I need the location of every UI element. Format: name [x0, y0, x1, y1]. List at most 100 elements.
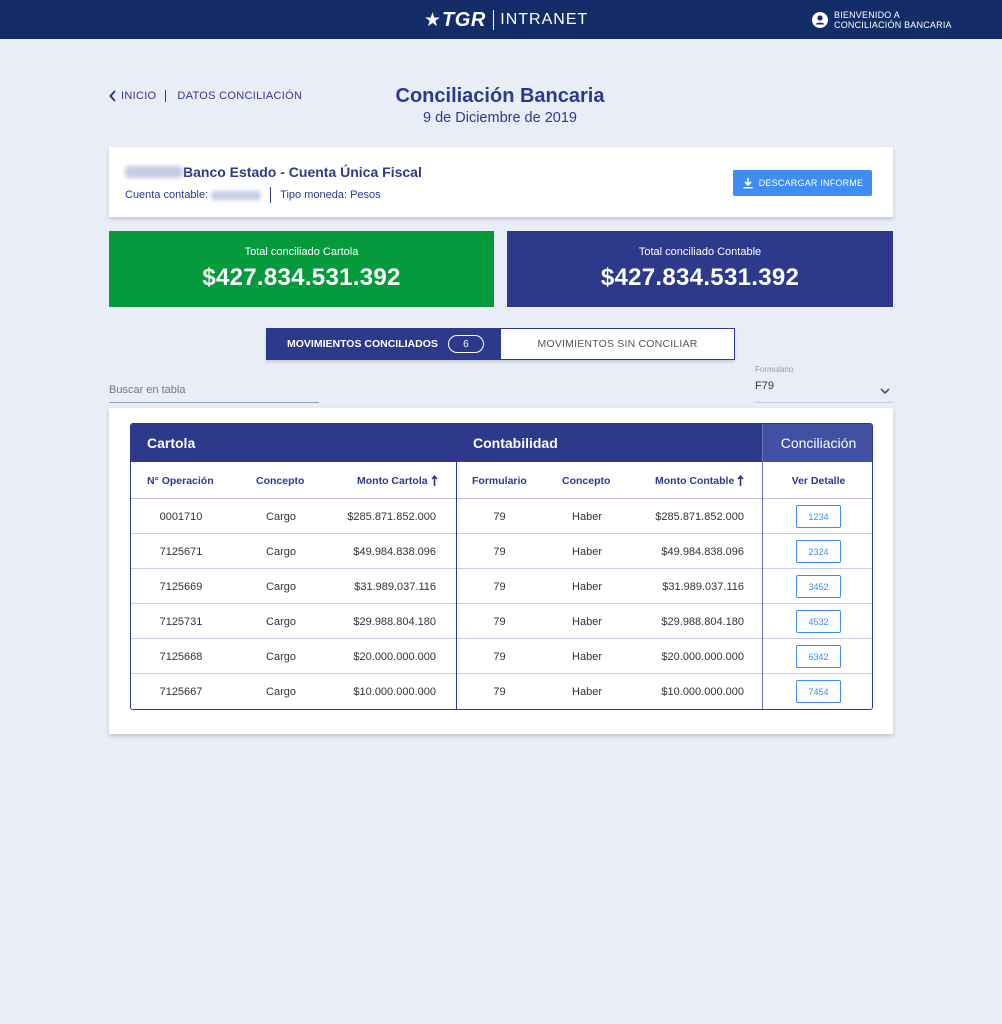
breadcrumb-home-link[interactable]: INICIO [121, 90, 156, 102]
account-name: Banco Estado - Cuenta Única Fiscal [183, 164, 422, 180]
tab-conciliados[interactable]: MOVIMIENTOS CONCILIADOS 6 [267, 329, 501, 359]
page-date: 9 de Diciembre de 2019 [423, 110, 577, 126]
cell-concepto: Cargo [266, 650, 296, 663]
cell-concepto-contable: Haber [572, 685, 602, 698]
sort-arrow-icon [430, 474, 438, 486]
cell-concepto-contable: Haber [572, 615, 602, 628]
cell-operacion: 7125667 [159, 685, 203, 698]
currency-label: Tipo moneda: Pesos [280, 189, 381, 201]
column-divider [456, 424, 457, 709]
user-menu[interactable]: BIENVENIDO A CONCILIACIÓN BANCARIA [812, 10, 952, 30]
download-report-label: DESCARGAR INFORME [758, 178, 864, 188]
col-header-operacion[interactable]: N° Operación [147, 462, 214, 499]
cell-operacion: 7125731 [159, 615, 203, 628]
tab-conciliados-label: MOVIMIENTOS CONCILIADOS [287, 338, 438, 350]
search-input[interactable]: Buscar en tabla [109, 380, 319, 403]
table-card: Cartola Contabilidad Conciliación N° Ope… [109, 408, 893, 734]
ver-detalle-button[interactable]: 2324 [796, 540, 841, 563]
brand-logo[interactable]: ★ TGR INTRANET [424, 7, 588, 33]
reconciliation-table: Cartola Contabilidad Conciliación N° Ope… [130, 423, 873, 710]
cell-ver-detalle: 4532 [763, 604, 872, 639]
total-contable-label: Total conciliado Contable [638, 246, 762, 258]
meta-divider [270, 187, 272, 203]
chevron-down-icon [880, 388, 890, 395]
page-title: Conciliación Bancaria [395, 85, 605, 107]
col-header-monto-contable-label: Monto Contable [655, 474, 735, 487]
col-header-concepto-contable[interactable]: Concepto [562, 462, 610, 499]
redacted-account-prefix [125, 166, 183, 178]
ver-detalle-button[interactable]: 4532 [796, 610, 841, 633]
col-header-monto-cartola[interactable]: Monto Cartola [357, 462, 438, 499]
cell-concepto-contable: Haber [572, 545, 602, 558]
sort-arrow-icon [737, 474, 744, 486]
col-header-formulario[interactable]: Formulario [472, 462, 527, 499]
cell-monto-cartola: $285.871.852.000 [347, 510, 436, 523]
cell-concepto: Cargo [266, 615, 296, 628]
cell-monto-cartola: $31.989.037.116 [354, 580, 436, 593]
cell-formulario: 79 [493, 545, 506, 558]
account-card: Banco Estado - Cuenta Única Fiscal Cuent… [109, 147, 893, 217]
cell-concepto-contable: Haber [572, 580, 602, 593]
movements-tabs: MOVIMIENTOS CONCILIADOS 6 MOVIMIENTOS SI… [266, 328, 735, 360]
group-header-conciliacion: Conciliación [763, 424, 872, 462]
cell-operacion: 7125669 [159, 580, 203, 593]
total-contable-card: Total conciliado Contable $427.834.531.3… [507, 231, 893, 307]
breadcrumb: INICIO DATOS CONCILIACIÓN [108, 90, 302, 102]
cell-ver-detalle: 7454 [763, 674, 872, 709]
total-cartola-card: Total conciliado Cartola $427.834.531.39… [109, 231, 494, 307]
cell-monto-contable: $49.984.838.096 [661, 545, 744, 558]
brand-divider [492, 10, 495, 30]
chevron-left-icon [109, 90, 116, 102]
cell-concepto: Cargo [266, 685, 296, 698]
breadcrumb-current: DATOS CONCILIACIÓN [177, 90, 303, 102]
group-header-cartola: Cartola [131, 424, 456, 462]
cell-ver-detalle: 6342 [763, 639, 872, 674]
form-select[interactable]: Formulario F79 [755, 365, 893, 403]
cell-formulario: 79 [493, 580, 506, 593]
total-cartola-value: $427.834.531.392 [202, 264, 401, 291]
cell-monto-contable: $20.000.000.000 [661, 650, 744, 663]
cell-concepto-contable: Haber [572, 510, 602, 523]
ver-detalle-button[interactable]: 1234 [796, 505, 841, 528]
ver-detalle-button[interactable]: 6342 [796, 645, 841, 668]
cell-formulario: 79 [493, 615, 506, 628]
cell-formulario: 79 [493, 510, 506, 523]
cell-monto-contable: $285.871.852.000 [655, 510, 744, 523]
cell-monto-contable: $31.989.037.116 [662, 580, 744, 593]
col-header-monto-cartola-label: Monto Cartola [357, 474, 428, 487]
cell-monto-contable: $10.000.000.000 [661, 685, 744, 698]
tab-sin-conciliar[interactable]: MOVIMIENTOS SIN CONCILIAR [501, 329, 734, 359]
ver-detalle-button[interactable]: 3452 [796, 575, 841, 598]
download-icon [743, 178, 753, 189]
star-icon: ★ [424, 9, 442, 31]
download-report-button[interactable]: DESCARGAR INFORME [733, 170, 872, 196]
accounting-account-label: Cuenta contable: [125, 189, 209, 201]
redacted-account-number [211, 190, 262, 200]
cell-monto-cartola: $49.984.838.096 [353, 545, 436, 558]
group-header-contabilidad: Contabilidad [457, 424, 763, 462]
col-header-concepto[interactable]: Concepto [256, 462, 304, 499]
cell-ver-detalle: 2324 [763, 534, 872, 569]
cell-concepto: Cargo [266, 545, 296, 558]
col-header-monto-contable[interactable]: Monto Contable [655, 462, 744, 499]
cell-formulario: 79 [493, 650, 506, 663]
count-badge: 6 [447, 335, 484, 353]
cell-ver-detalle: 1234 [763, 499, 872, 534]
cell-monto-cartola: $29.988.804.180 [353, 615, 436, 628]
cell-formulario: 79 [493, 685, 506, 698]
user-app-name: CONCILIACIÓN BANCARIA [834, 20, 952, 30]
cell-operacion: 7125668 [159, 650, 203, 663]
col-header-ver-detalle: Ver Detalle [791, 474, 846, 487]
cell-operacion: 0001710 [159, 510, 203, 523]
cell-monto-cartola: $20.000.000.000 [353, 650, 436, 663]
cell-ver-detalle: 3452 [763, 569, 872, 604]
ver-detalle-button[interactable]: 7454 [796, 680, 841, 703]
column-divider [762, 424, 763, 709]
cell-concepto: Cargo [266, 580, 296, 593]
breadcrumb-divider [165, 90, 167, 102]
cell-operacion: 7125671 [159, 545, 203, 558]
brand-text: TGR [442, 8, 486, 31]
cell-concepto-contable: Haber [572, 650, 602, 663]
cell-concepto: Cargo [266, 510, 296, 523]
total-cartola-label: Total conciliado Cartola [244, 246, 359, 258]
